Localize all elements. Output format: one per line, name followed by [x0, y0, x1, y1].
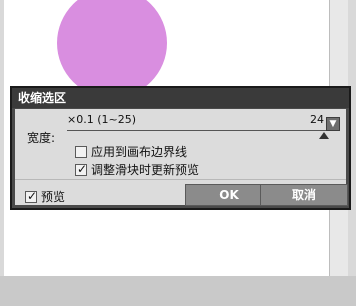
cancel-button[interactable]: 取消: [260, 184, 348, 206]
dialog-title: 收缩选区: [12, 88, 349, 108]
preview-checkbox[interactable]: ✓: [25, 189, 38, 203]
slider-handle[interactable]: [318, 132, 329, 139]
apply-canvas-edge-label: 应用到画布边界线: [91, 145, 188, 159]
slider-track: [67, 130, 335, 131]
bottom-scrollbar-area: [0, 276, 356, 306]
apply-canvas-edge-checkbox[interactable]: [75, 146, 87, 158]
realtime-preview-label: 调整滑块时更新预览: [91, 163, 200, 177]
width-value[interactable]: 24: [310, 113, 324, 126]
apply-canvas-edge-option[interactable]: 应用到画布边界线: [75, 143, 187, 160]
shrink-selection-dialog: 收缩选区 宽度: ×0.1 (1~25) 24 ▼ 应用到画布边界线 ✓ 调整滑块…: [10, 86, 351, 210]
chevron-down-icon[interactable]: ▼: [326, 117, 340, 131]
check-icon: ✓: [77, 162, 88, 176]
dialog-body: 宽度: ×0.1 (1~25) 24 ▼ 应用到画布边界线 ✓ 调整滑块时更新预览…: [15, 109, 348, 206]
preview-label: 预览: [41, 190, 66, 204]
check-icon: ✓: [27, 189, 38, 203]
width-slider[interactable]: [67, 129, 335, 139]
width-hint: ×0.1 (1~25): [67, 113, 137, 126]
selection-circle: [57, 0, 167, 98]
realtime-preview-option[interactable]: ✓ 调整滑块时更新预览: [75, 161, 199, 178]
preview-option[interactable]: ✓ 预览: [25, 188, 65, 205]
realtime-preview-checkbox[interactable]: ✓: [75, 162, 88, 176]
divider: [15, 179, 346, 180]
width-label: 宽度:: [27, 131, 56, 145]
